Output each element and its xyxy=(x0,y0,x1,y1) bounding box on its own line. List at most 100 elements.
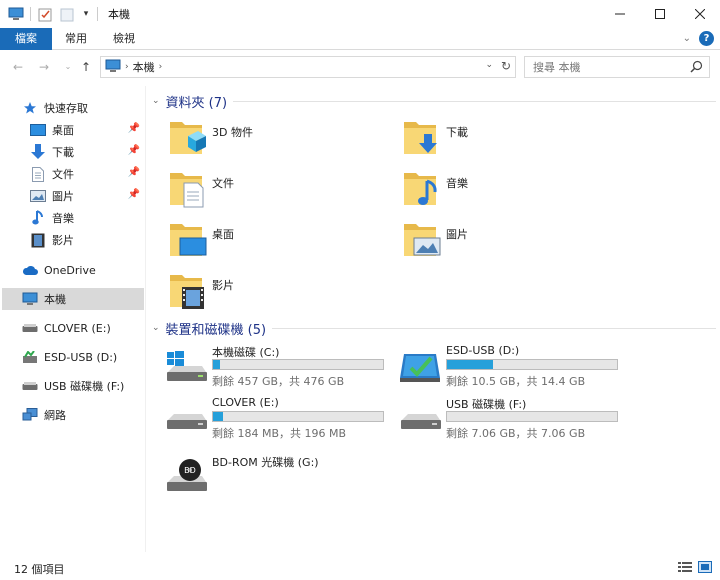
ribbon-tabs: 檔案 常用 檢視 ⌄ ? xyxy=(0,28,720,50)
drive-usage-bar xyxy=(212,411,384,422)
title-bar: ▾ 本機 xyxy=(0,0,720,28)
drive-icon xyxy=(22,378,38,394)
address-dropdown-icon[interactable]: ⌄ xyxy=(485,60,493,70)
back-arrow-icon[interactable]: ← xyxy=(10,58,26,76)
documents-folder-icon xyxy=(168,167,208,209)
status-bar: 12 個項目 xyxy=(0,556,720,580)
collapse-chevron-icon[interactable]: ⌄ xyxy=(152,96,160,106)
folder-item-pictures[interactable]: 圖片 xyxy=(382,218,612,264)
download-arrow-icon xyxy=(30,144,46,160)
drive-usage-fill xyxy=(213,360,220,369)
tab-file[interactable]: 檔案 xyxy=(0,28,52,50)
folder-label: 文件 xyxy=(212,177,234,190)
sidebar-item-label: 文件 xyxy=(52,168,74,181)
folder-item-3d-objects[interactable]: 3D 物件 xyxy=(148,116,378,162)
ribbon-right-controls: ⌄ ? xyxy=(683,31,714,46)
divider xyxy=(233,100,716,102)
pin-icon[interactable]: 📌 xyxy=(128,167,140,178)
divider xyxy=(272,327,716,329)
tab-view[interactable]: 檢視 xyxy=(100,28,148,50)
close-button[interactable] xyxy=(680,0,720,28)
drive-icon xyxy=(22,320,38,336)
expand-ribbon-icon[interactable]: ⌄ xyxy=(683,33,691,44)
tab-home[interactable]: 常用 xyxy=(52,28,100,50)
maximize-button[interactable] xyxy=(640,0,680,28)
properties-icon[interactable] xyxy=(37,6,53,22)
music-folder-icon xyxy=(402,167,442,209)
windows-drive-icon xyxy=(164,348,208,384)
computer-icon xyxy=(8,6,24,22)
details-view-icon[interactable] xyxy=(678,561,692,573)
content-pane: ⌄ 資料夾 (7) 3D 物件 下載 文件 音樂 桌面 圖片 影片 ⌄ 裝置和磁… xyxy=(148,86,720,552)
address-bar[interactable]: › 本機 › ⌄ ↻ xyxy=(100,56,516,78)
sidebar-item-label: 本機 xyxy=(44,293,66,306)
customize-toolbar-icon[interactable]: ▾ xyxy=(81,6,91,22)
drive-name: USB 磁碟機 (F:) xyxy=(446,398,527,411)
window-controls xyxy=(600,0,720,28)
document-icon xyxy=(30,166,46,182)
breadcrumb-separator-icon[interactable]: › xyxy=(125,62,129,72)
drive-item-f[interactable]: USB 磁碟機 (F:) 剩餘 7.06 GB，共 7.06 GB xyxy=(382,396,618,444)
refresh-icon[interactable]: ↻ xyxy=(501,59,511,73)
sidebar-item-videos[interactable]: 影片 xyxy=(30,229,144,251)
pin-icon[interactable]: 📌 xyxy=(128,123,140,134)
drive-icon xyxy=(164,400,208,436)
up-arrow-icon[interactable]: ↑ xyxy=(78,58,94,76)
breadcrumb-separator-icon[interactable]: › xyxy=(159,62,163,72)
sidebar-item-clover[interactable]: CLOVER (E:) xyxy=(22,317,144,339)
star-icon xyxy=(22,100,38,116)
folder-item-videos[interactable]: 影片 xyxy=(148,269,378,315)
drive-name: 本機磁碟 (C:) xyxy=(212,346,280,359)
drive-item-g[interactable]: BD BD-ROM 光碟機 (G:) xyxy=(148,454,384,502)
drive-free-space: 剩餘 457 GB，共 476 GB xyxy=(212,375,345,388)
picture-icon xyxy=(30,188,46,204)
group-header-drives[interactable]: ⌄ 裝置和磁碟機 (5) xyxy=(152,318,716,338)
sidebar-item-pictures[interactable]: 圖片 📌 xyxy=(30,185,144,207)
drive-icon xyxy=(398,400,442,436)
search-icon[interactable] xyxy=(690,60,703,76)
folder-item-documents[interactable]: 文件 xyxy=(148,167,378,213)
network-icon xyxy=(22,407,38,423)
bd-rom-icon: BD xyxy=(164,458,208,494)
sidebar-item-esd-usb[interactable]: ESD-USB (D:) xyxy=(22,346,144,368)
sidebar-item-label: ESD-USB (D:) xyxy=(44,350,118,364)
computer-icon xyxy=(105,59,121,76)
drive-item-c[interactable]: 本機磁碟 (C:) 剩餘 457 GB，共 476 GB xyxy=(148,344,384,392)
music-note-icon xyxy=(30,210,46,226)
recent-locations-icon[interactable]: ⌄ xyxy=(60,58,76,76)
drive-item-d[interactable]: ESD-USB (D:) 剩餘 10.5 GB，共 14.4 GB xyxy=(382,344,618,392)
sidebar-item-label: 影片 xyxy=(52,234,74,247)
sidebar-item-label: 圖片 xyxy=(52,190,74,203)
sidebar-item-downloads[interactable]: 下載 📌 xyxy=(30,141,144,163)
group-header-folders[interactable]: ⌄ 資料夾 (7) xyxy=(152,91,716,111)
drive-usage-bar xyxy=(212,359,384,370)
desktop-icon xyxy=(30,122,46,138)
new-folder-icon[interactable] xyxy=(59,6,75,22)
minimize-button[interactable] xyxy=(600,0,640,28)
sidebar-item-onedrive[interactable]: OneDrive xyxy=(22,259,144,281)
forward-arrow-icon[interactable]: → xyxy=(36,58,52,76)
collapse-chevron-icon[interactable]: ⌄ xyxy=(152,323,160,333)
sidebar-item-usb-drive[interactable]: USB 磁碟機 (F:) xyxy=(22,375,144,397)
sidebar-item-label: 下載 xyxy=(52,146,74,159)
breadcrumb-this-pc[interactable]: 本機 xyxy=(133,59,155,75)
search-box[interactable] xyxy=(524,56,710,78)
search-input[interactable] xyxy=(525,57,675,77)
drive-free-space: 剩餘 7.06 GB，共 7.06 GB xyxy=(446,427,586,440)
pin-icon[interactable]: 📌 xyxy=(128,145,140,156)
sidebar-item-desktop[interactable]: 桌面 📌 xyxy=(30,119,144,141)
separator xyxy=(30,7,31,21)
large-icons-view-icon[interactable] xyxy=(698,561,712,573)
sidebar-item-documents[interactable]: 文件 📌 xyxy=(30,163,144,185)
sidebar-item-this-pc[interactable]: 本機 xyxy=(2,288,144,310)
drive-item-e[interactable]: CLOVER (E:) 剩餘 184 MB，共 196 MB xyxy=(148,396,384,444)
folder-item-downloads[interactable]: 下載 xyxy=(382,116,612,162)
help-icon[interactable]: ? xyxy=(699,31,714,46)
folder-item-desktop[interactable]: 桌面 xyxy=(148,218,378,264)
pin-icon[interactable]: 📌 xyxy=(128,189,140,200)
sidebar-item-network[interactable]: 網路 xyxy=(22,404,144,426)
folder-item-music[interactable]: 音樂 xyxy=(382,167,612,213)
sidebar-item-music[interactable]: 音樂 xyxy=(30,207,144,229)
item-count: 12 個項目 xyxy=(14,563,65,576)
sidebar-item-quick-access[interactable]: 快速存取 xyxy=(22,97,144,119)
